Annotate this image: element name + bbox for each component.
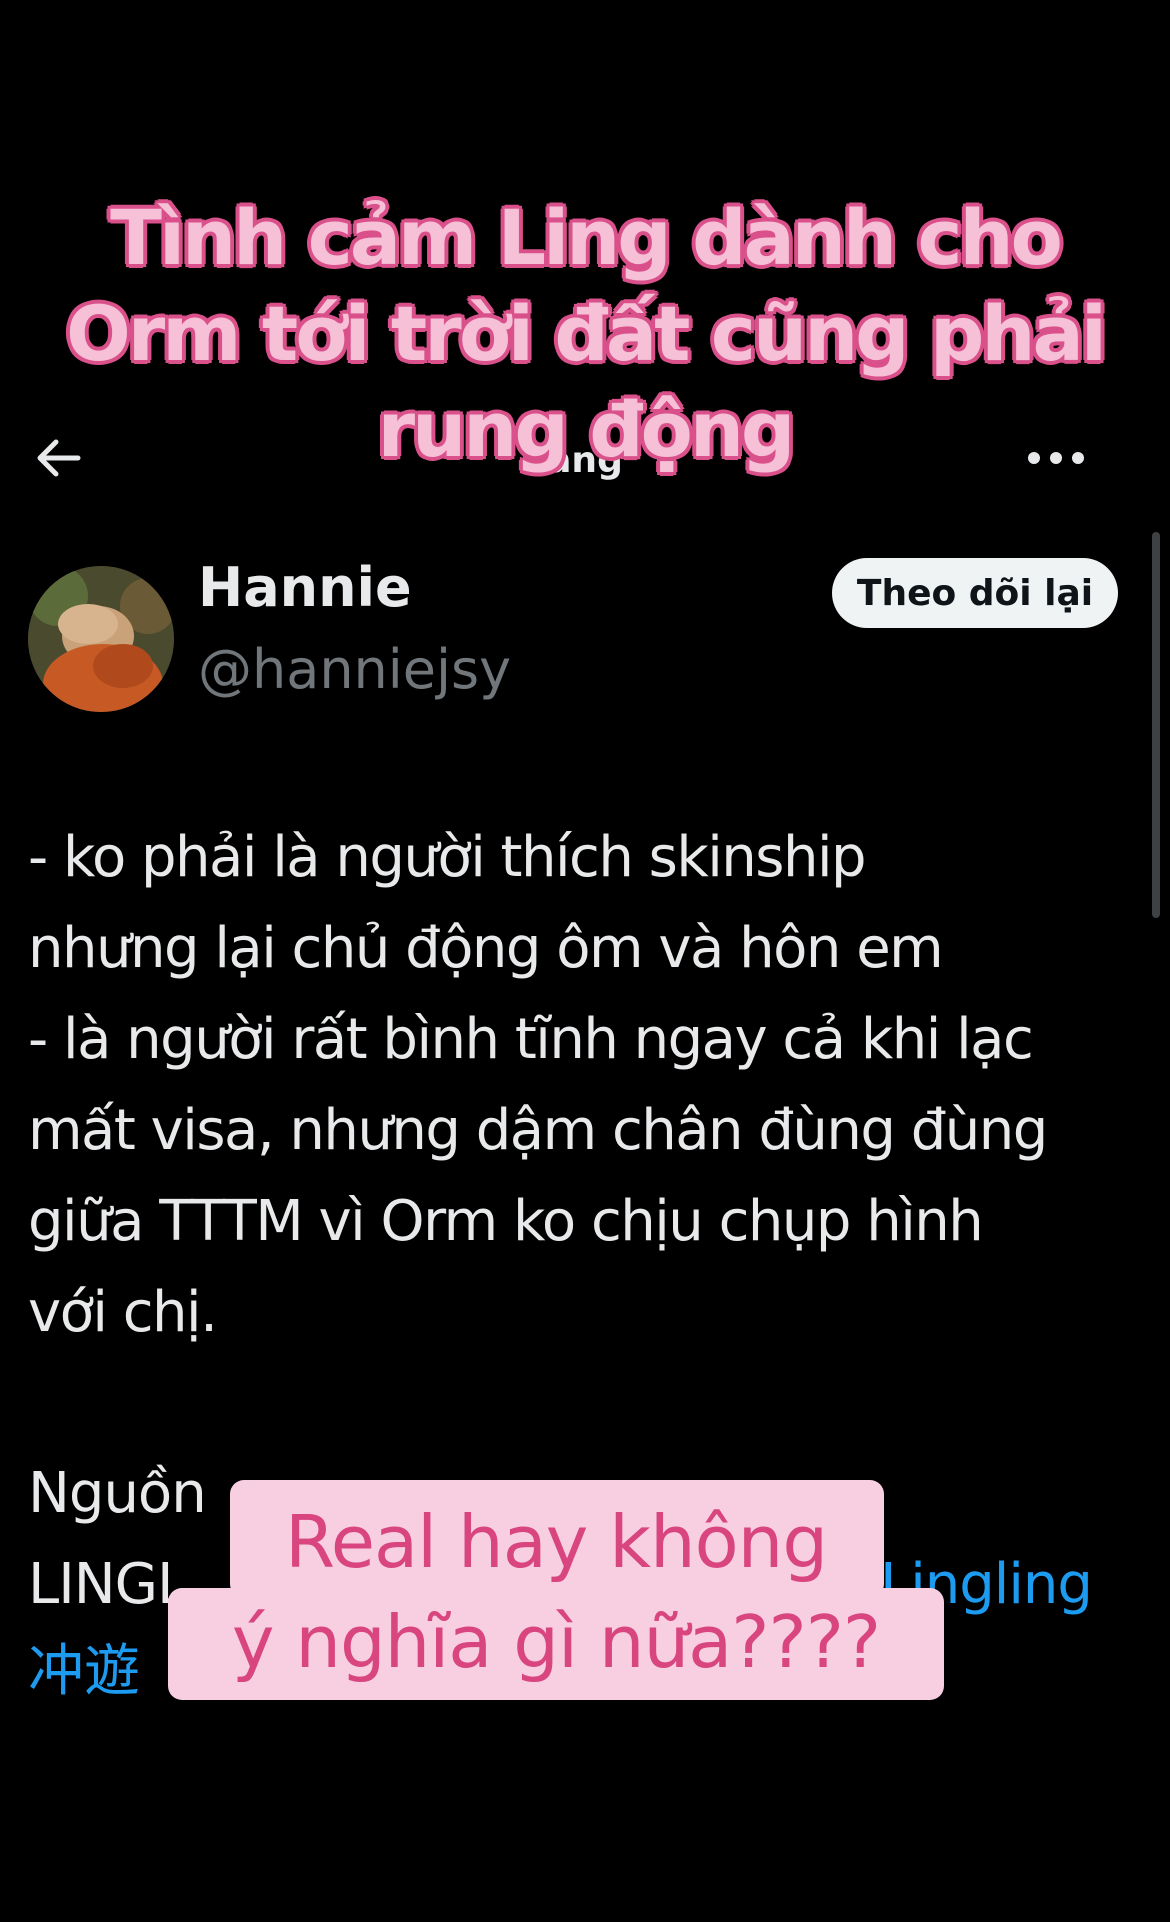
tweet-source-text-line2: LINGL — [28, 1552, 188, 1617]
display-name[interactable]: Hannie — [198, 556, 412, 619]
avatar[interactable] — [28, 566, 174, 712]
avatar-photo — [28, 566, 174, 712]
tweet-text: - ko phải là người thích skinship nhưng … — [28, 825, 1048, 1345]
scrollbar[interactable] — [1152, 532, 1160, 918]
tweet-source-link-line3[interactable]: 冲遊 — [28, 1626, 140, 1717]
user-handle[interactable]: @hanniejsy — [198, 638, 511, 701]
video-caption-overlay: Tình cảm Ling dành cho Orm tới trời đất … — [65, 192, 1109, 476]
sticker-text-overlay: Real hay không ý nghĩa gì nữa???? — [231, 1500, 881, 1684]
follow-back-button[interactable]: Theo dõi lại — [832, 558, 1118, 628]
